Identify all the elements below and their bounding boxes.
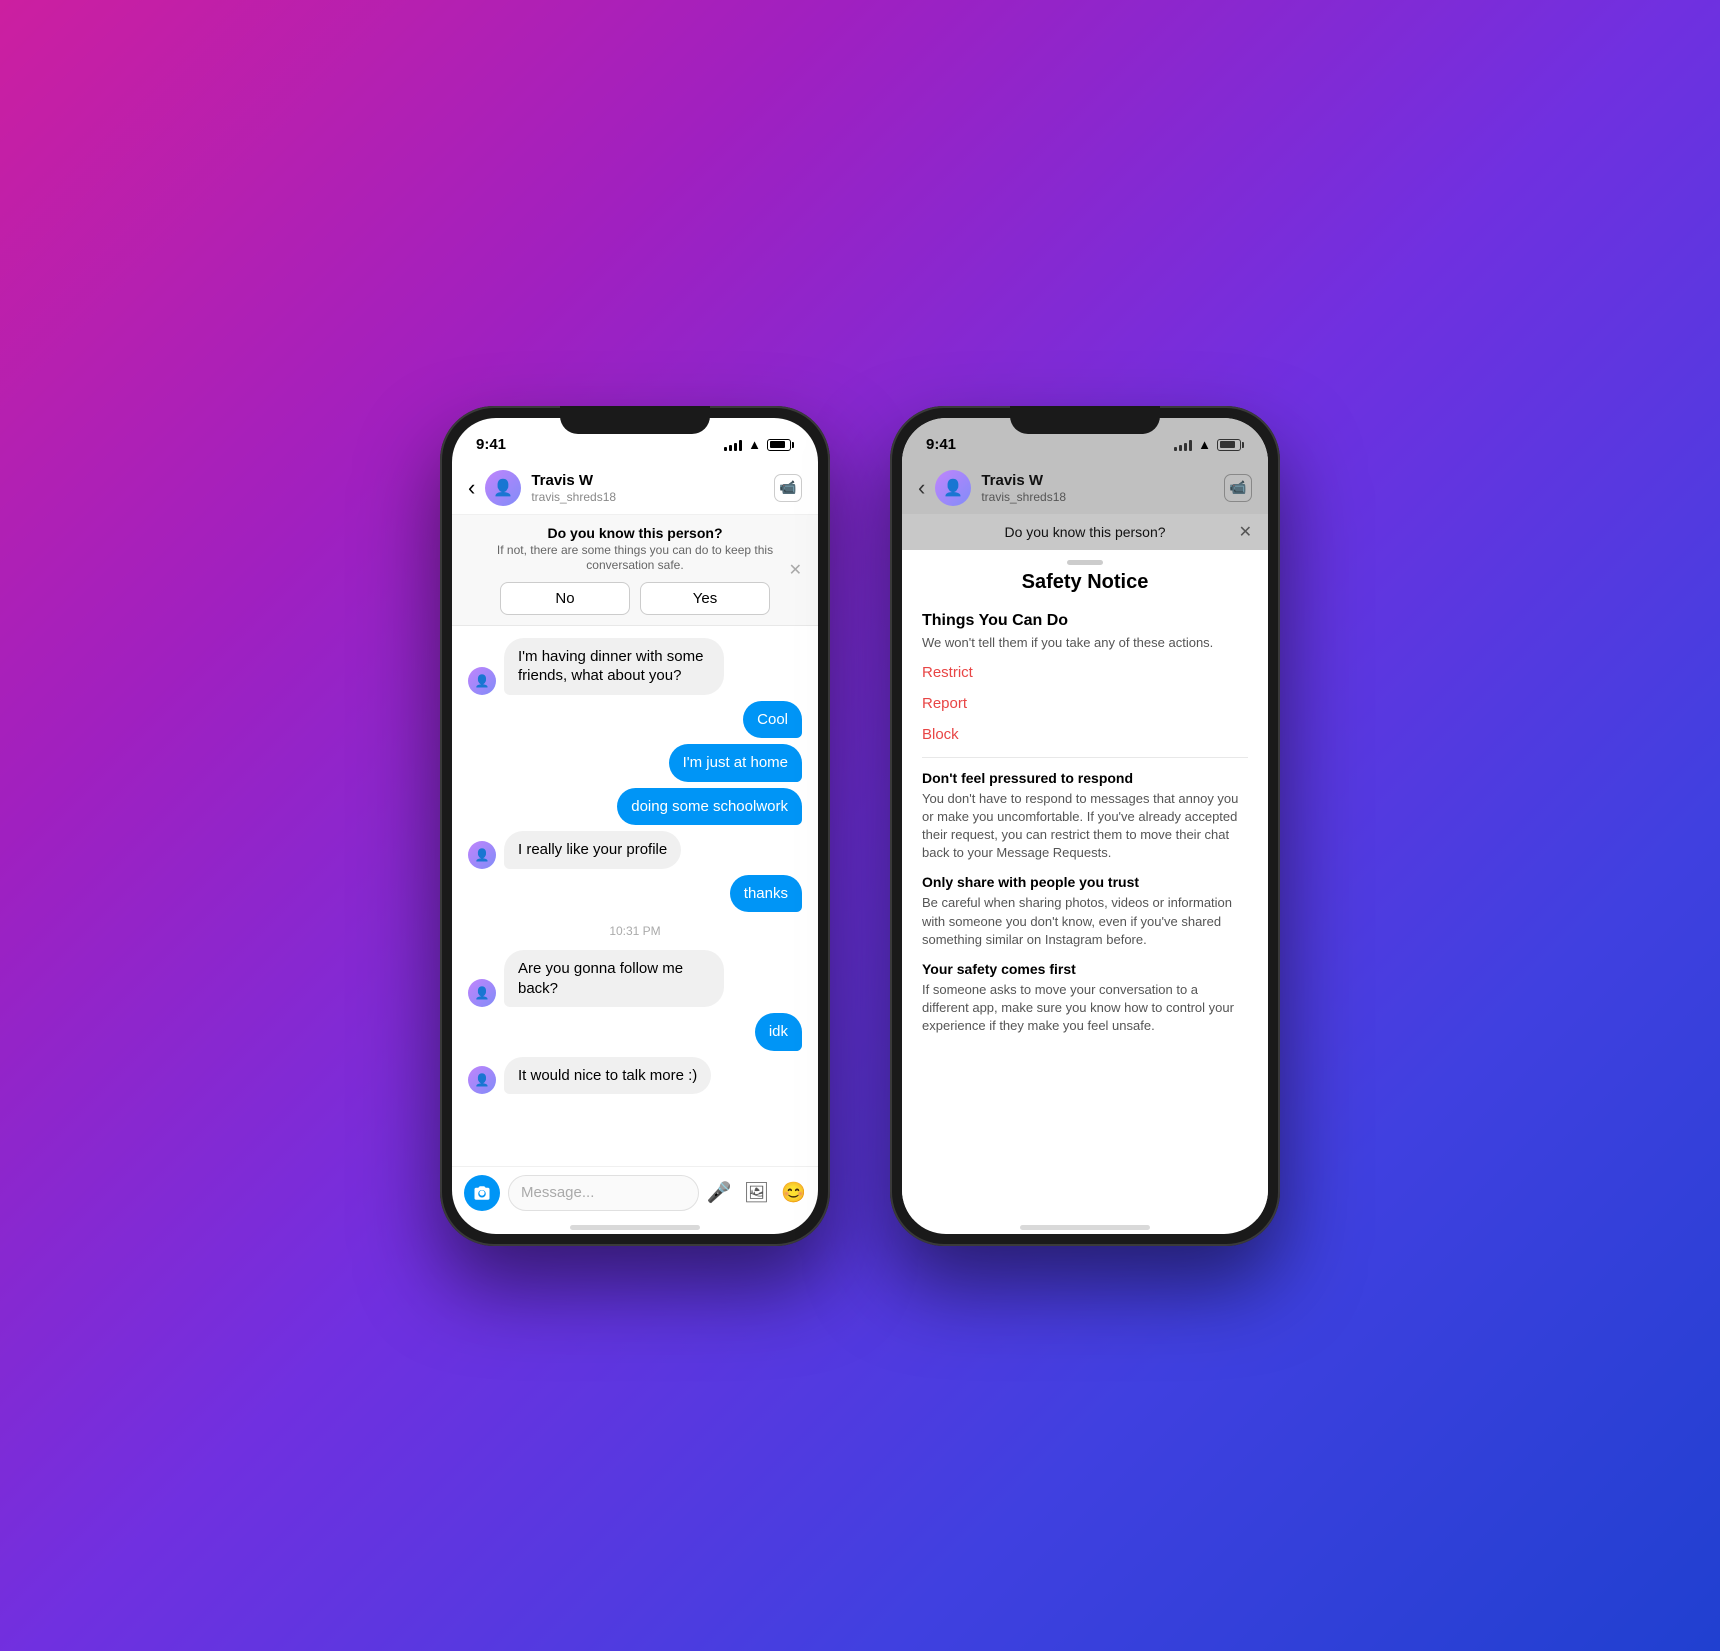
input-bar-1: Message... 🎤 🖼 😊 (452, 1166, 818, 1219)
chat-header-2: ‹ 👤 Travis W travis_shreds18 📹 (902, 462, 1268, 514)
safety-notice-content: Safety Notice Things You Can Do We won't… (902, 571, 1268, 1068)
close-button-2[interactable]: ✕ (1239, 522, 1252, 542)
wifi-icon-2: ▲ (1198, 437, 1211, 452)
back-button-2[interactable]: ‹ (918, 477, 925, 499)
msg-bubble-1: Cool (743, 701, 802, 739)
signal-icon-1 (724, 439, 742, 451)
msg-bubble-9: It would nice to talk more :) (504, 1057, 711, 1095)
phone-1-screen: 9:41 ▲ ‹ 👤 (452, 418, 818, 1234)
wifi-icon-1: ▲ (748, 437, 761, 452)
msg-avatar-7: 👤 (468, 979, 496, 1007)
contact-info-2: Travis W travis_shreds18 (981, 472, 1214, 504)
messages-area-1: 👤 I'm having dinner with some friends, w… (452, 626, 818, 1166)
msg-row-5: thanks (468, 875, 802, 913)
contact-handle-2: travis_shreds18 (981, 490, 1214, 504)
action-block[interactable]: Block (922, 726, 1248, 743)
no-button-1[interactable]: No (500, 582, 630, 615)
tip3-title: Your safety comes first (922, 961, 1248, 977)
status-time-2: 9:41 (926, 436, 956, 453)
phone-2-screen: 9:41 ▲ ‹ 👤 (902, 418, 1268, 1234)
gallery-icon-1[interactable]: 🖼 (744, 1180, 769, 1205)
contact-info-1: Travis W travis_shreds18 (531, 472, 764, 504)
msg-row-7: 👤 Are you gonna follow me back? (468, 950, 802, 1007)
chat-header-1: ‹ 👤 Travis W travis_shreds18 📹 (452, 462, 818, 515)
safety-notice-sheet: Safety Notice Things You Can Do We won't… (902, 550, 1268, 1219)
msg-bubble-8: idk (755, 1013, 802, 1051)
battery-icon-1 (767, 439, 794, 451)
notch-2 (1010, 406, 1160, 434)
msg-bubble-4: I really like your profile (504, 831, 681, 869)
msg-bubble-5: thanks (730, 875, 802, 913)
msg-row-3: doing some schoolwork (468, 788, 802, 826)
status-icons-1: ▲ (724, 437, 794, 452)
contact-handle-1: travis_shreds18 (531, 490, 764, 504)
msg-bubble-2: I'm just at home (669, 744, 802, 782)
yes-button-1[interactable]: Yes (640, 582, 770, 615)
msg-bubble-3: doing some schoolwork (617, 788, 802, 826)
msg-bubble-7: Are you gonna follow me back? (504, 950, 724, 1007)
safety-banner-title-1: Do you know this person? (468, 525, 802, 541)
action-report[interactable]: Report (922, 695, 1248, 712)
tip2-title: Only share with people you trust (922, 874, 1248, 890)
message-input-1[interactable]: Message... (508, 1175, 699, 1211)
phone-2: 9:41 ▲ ‹ 👤 (890, 406, 1280, 1246)
msg-row-4: 👤 I really like your profile (468, 831, 802, 869)
home-indicator-2 (1020, 1225, 1150, 1230)
safety-notice-heading: Safety Notice (922, 571, 1248, 594)
safety-banner-subtitle-1: If not, there are some things you can do… (468, 543, 802, 574)
notch-1 (560, 406, 710, 434)
signal-icon-2 (1174, 439, 1192, 451)
msg-avatar-9: 👤 (468, 1066, 496, 1094)
avatar-2: 👤 (935, 470, 971, 506)
sticker-icon-1[interactable]: 😊 (781, 1180, 806, 1205)
battery-icon-2 (1217, 439, 1244, 451)
close-button-1[interactable]: ✕ (789, 560, 802, 580)
contact-name-2: Travis W (981, 472, 1214, 490)
phones-container: 9:41 ▲ ‹ 👤 (440, 406, 1280, 1246)
home-indicator-1 (570, 1225, 700, 1230)
safety-banner-1: Do you know this person? If not, there a… (452, 515, 818, 626)
msg-avatar-4: 👤 (468, 841, 496, 869)
safety-buttons-1: No Yes (468, 582, 802, 615)
phone-1: 9:41 ▲ ‹ 👤 (440, 406, 830, 1246)
msg-bubble-0: I'm having dinner with some friends, wha… (504, 638, 724, 695)
things-sub: We won't tell them if you take any of th… (922, 634, 1248, 652)
tip2-body: Be careful when sharing photos, videos o… (922, 894, 1248, 949)
msg-row-1: Cool (468, 701, 802, 739)
status-icons-2: ▲ (1174, 437, 1244, 452)
msg-row-2: I'm just at home (468, 744, 802, 782)
mic-icon-1[interactable]: 🎤 (707, 1180, 732, 1205)
msg-avatar-0: 👤 (468, 667, 496, 695)
contact-name-1: Travis W (531, 472, 764, 490)
action-restrict[interactable]: Restrict (922, 664, 1248, 681)
msg-row-8: idk (468, 1013, 802, 1051)
camera-button-1[interactable] (464, 1175, 500, 1211)
message-placeholder-1: Message... (521, 1184, 594, 1201)
sheet-handle (1067, 560, 1103, 565)
msg-row-9: 👤 It would nice to talk more :) (468, 1057, 802, 1095)
video-call-button-1[interactable]: 📹 (774, 474, 802, 502)
status-time-1: 9:41 (476, 436, 506, 453)
timestamp-1: 10:31 PM (468, 924, 802, 938)
things-title: Things You Can Do (922, 612, 1248, 630)
video-call-button-2[interactable]: 📹 (1224, 474, 1252, 502)
back-button-1[interactable]: ‹ (468, 477, 475, 499)
msg-row-0: 👤 I'm having dinner with some friends, w… (468, 638, 802, 695)
tip3-body: If someone asks to move your conversatio… (922, 981, 1248, 1036)
tip1-title: Don't feel pressured to respond (922, 770, 1248, 786)
safety-divider-1 (922, 757, 1248, 758)
safety-header-title-2: Do you know this person? (918, 524, 1252, 540)
tip1-body: You don't have to respond to messages th… (922, 790, 1248, 863)
safety-header-bar-2: Do you know this person? ✕ (902, 514, 1268, 550)
input-icons-1: 🎤 🖼 😊 (707, 1180, 806, 1205)
avatar-1: 👤 (485, 470, 521, 506)
